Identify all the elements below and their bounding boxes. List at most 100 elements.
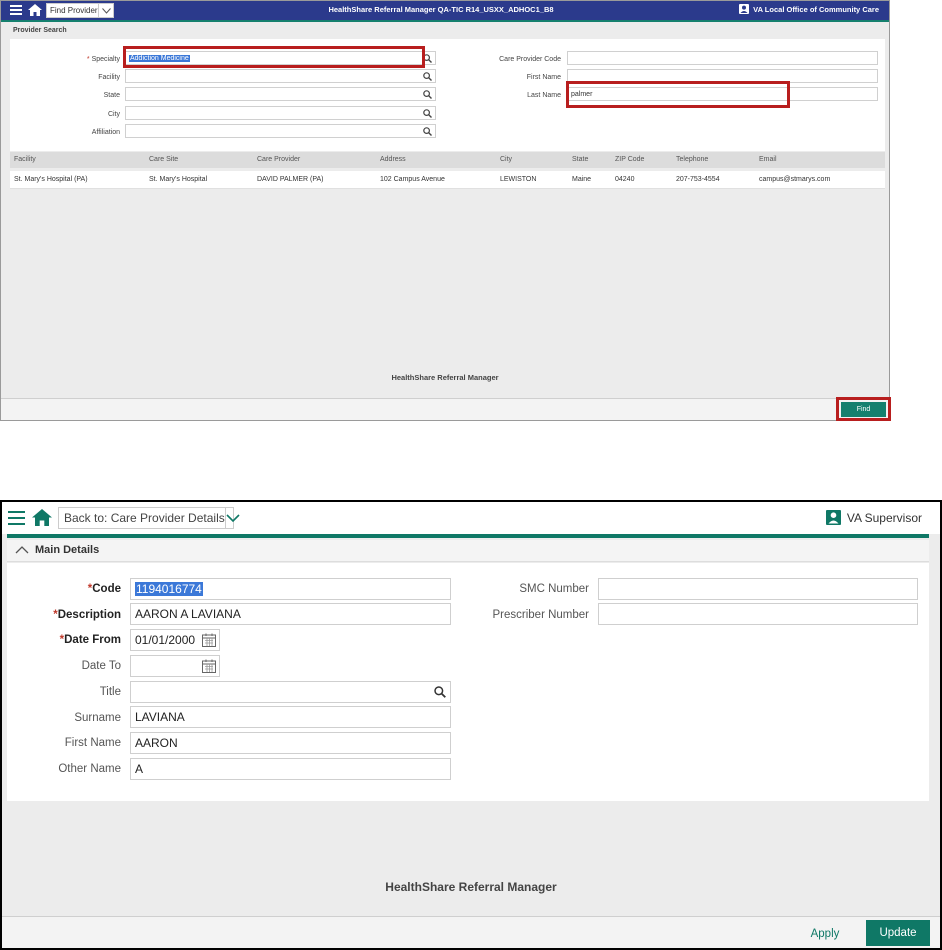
table-cell: DAVID PALMER (PA) [257,176,324,183]
last-name-label: Last Name [527,92,561,99]
top-bar: Back to: Care Provider Details VA Superv… [2,502,940,534]
update-button[interactable]: Update [866,920,930,946]
column-header[interactable]: Facility [14,156,36,163]
table-cell: 102 Campus Avenue [380,176,445,183]
column-header[interactable]: Email [759,156,777,163]
column-header[interactable]: State [572,156,588,163]
calendar-icon[interactable] [202,659,216,673]
prescriber-number-label: Prescriber Number [492,609,590,621]
details-form: *Code *Description *Date From Date To Ti… [7,563,929,801]
footer-brand: HealthShare Referral Manager [391,373,499,382]
city-label: City [107,111,120,118]
chevron-down-icon[interactable] [224,508,240,528]
affiliation-input[interactable] [125,124,436,138]
care-provider-code-input[interactable] [567,51,878,65]
title-label: Title [99,686,121,698]
nav-combo[interactable]: Find Provider [46,3,114,18]
other-name-input[interactable]: A [130,758,451,780]
surname-label: Surname [74,712,121,724]
first-name-input[interactable]: AARON [130,732,451,754]
chevron-up-icon[interactable] [15,546,29,554]
results-table-header: Facility Care Site Care Provider Address… [10,152,885,168]
find-highlight-box [836,397,891,421]
search-icon[interactable] [434,686,446,698]
table-row[interactable]: St. Mary's Hospital (PA) St. Mary's Hosp… [10,171,885,189]
last-name-highlight-box [566,81,790,108]
specialty-highlight-box [123,46,425,68]
column-header[interactable]: Address [380,156,406,163]
description-label: *Description [53,609,121,621]
accent-stripe [1,20,889,22]
surname-value: LAVIANA [135,710,185,724]
date-to-label: Date To [81,660,121,672]
search-icon[interactable] [423,109,432,118]
user-menu[interactable]: VA Local Office of Community Care [739,4,879,14]
bottom-action-bar [2,916,940,948]
table-cell: campus@stmarys.com [759,176,831,183]
column-header[interactable]: Care Provider [257,156,300,163]
code-input[interactable]: 1194016774 [130,578,451,600]
app-title: HealthShare Referral Manager QA-TIC R14_… [328,5,554,14]
date-to-input[interactable] [130,655,220,677]
calendar-icon[interactable] [202,633,216,647]
nav-combo-label: Find Provider [50,6,98,15]
care-provider-window: Back to: Care Provider Details VA Superv… [0,500,942,950]
table-cell: LEWISTON [500,176,537,183]
state-input[interactable] [125,87,436,101]
description-value: AARON A LAVIANA [135,607,241,621]
chevron-down-icon[interactable] [98,4,113,17]
user-menu[interactable]: VA Supervisor [825,510,922,525]
hamburger-menu-icon[interactable] [10,5,22,15]
code-value: 1194016774 [135,582,203,596]
table-cell: Maine [572,176,592,183]
affiliation-label: Affiliation [91,129,120,136]
other-name-value: A [135,762,144,776]
description-input[interactable]: AARON A LAVIANA [130,603,451,625]
hamburger-menu-icon[interactable] [8,511,25,526]
table-cell: St. Mary's Hospital [149,176,208,183]
facility-input[interactable] [125,69,436,83]
home-icon[interactable] [28,4,42,16]
panel-title: Provider Search [13,27,67,34]
first-name-label: First Name [64,737,121,749]
search-icon[interactable] [423,72,432,81]
accent-stripe [7,534,929,538]
city-input[interactable] [125,106,436,120]
user-name: VA Local Office of Community Care [753,4,879,14]
title-input[interactable] [130,681,451,703]
first-name-value: AARON [135,736,178,750]
smc-number-label: SMC Number [519,583,589,595]
column-header[interactable]: Telephone [676,156,708,163]
user-name: VA Supervisor [846,510,922,525]
footer-brand: HealthShare Referral Manager [385,880,557,894]
first-name-label: First Name [526,74,561,81]
date-from-input[interactable]: 01/01/2000 [130,629,220,651]
search-icon[interactable] [423,90,432,99]
date-from-value: 01/01/2000 [135,633,196,647]
column-header[interactable]: City [500,156,512,163]
apply-button[interactable]: Apply [802,923,848,945]
top-bar: Find Provider HealthShare Referral Manag… [1,1,889,20]
facility-label: Facility [98,74,120,81]
column-header[interactable]: ZIP Code [615,156,644,163]
code-label: *Code [87,583,121,595]
column-header[interactable]: Care Site [149,156,178,163]
main-details-section-header[interactable]: Main Details [7,540,929,562]
prescriber-number-input[interactable] [598,603,918,625]
date-from-label: *Date From [59,634,121,646]
table-cell: 207-753-4554 [676,176,720,183]
table-cell: 04240 [615,176,635,183]
surname-input[interactable]: LAVIANA [130,706,451,728]
search-icon[interactable] [423,127,432,136]
state-label: State [103,92,120,99]
specialty-label: * Specialty [86,56,120,63]
provider-search-window: Find Provider HealthShare Referral Manag… [0,0,891,421]
smc-number-input[interactable] [598,578,918,600]
user-icon [739,4,750,14]
back-navigation-label: Back to: Care Provider Details [64,511,225,525]
back-navigation-combo[interactable]: Back to: Care Provider Details [58,507,240,529]
home-icon[interactable] [32,509,52,526]
user-icon [825,510,841,525]
bottom-action-bar [1,398,889,420]
care-provider-code-label: Care Provider Code [499,56,561,63]
